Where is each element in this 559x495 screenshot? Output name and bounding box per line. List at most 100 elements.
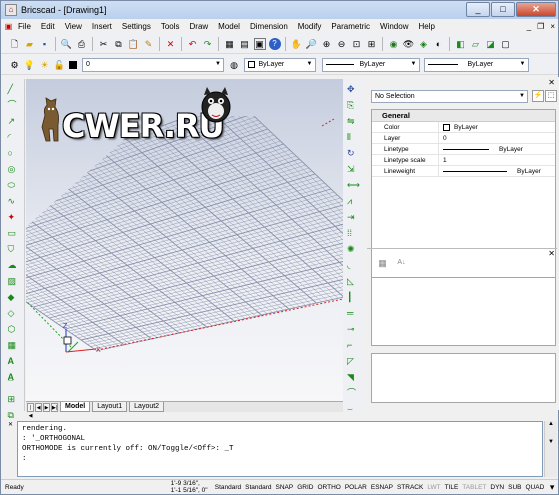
tab-model[interactable]: Model	[60, 402, 91, 412]
menu-parametric[interactable]: Parametric	[326, 22, 375, 31]
named-views-icon[interactable]: 👁	[403, 38, 415, 50]
join-icon[interactable]: ═	[347, 307, 359, 319]
coordinates-readout[interactable]: 1'-9 3/16", 1'-1 5/16", 0"	[169, 480, 213, 494]
save-icon[interactable]: ▪	[39, 38, 51, 50]
view-icon[interactable]: ◉	[388, 38, 400, 50]
move-icon[interactable]: ✥	[347, 83, 359, 95]
ray-icon[interactable]: ↗	[8, 115, 20, 127]
layer-lightbulb-icon[interactable]: 💡	[24, 59, 36, 71]
arc-icon[interactable]: ◜	[8, 131, 20, 143]
close-icon[interactable]: ✕	[548, 78, 555, 87]
toggle-tablet[interactable]: TABLET	[460, 484, 488, 491]
text-icon[interactable]: A̲	[8, 371, 20, 383]
section-general[interactable]: General	[372, 110, 555, 122]
explorer-icon[interactable]: ▤	[239, 38, 251, 50]
quick-select-icon[interactable]: ⚡	[532, 90, 544, 102]
menu-draw[interactable]: Draw	[185, 22, 214, 31]
mdi-close-button[interactable]: ×	[547, 22, 558, 31]
menu-dimension[interactable]: Dimension	[245, 22, 293, 31]
toolbar-icon[interactable]: ▦	[377, 257, 389, 269]
ellipse-icon[interactable]: ⬭	[8, 179, 20, 191]
last-tab-icon[interactable]: ▶|	[51, 402, 58, 412]
fillet-icon[interactable]: ◟	[347, 259, 359, 271]
undo-icon[interactable]: ↶	[187, 38, 199, 50]
prop-row-layer[interactable]: Layer 0	[372, 133, 555, 144]
command-history[interactable]: rendering. : '_ORTHOGONAL ORTHOMODE is c…	[17, 421, 543, 477]
lineweight-dropdown[interactable]: ByLayer ▼	[423, 57, 529, 72]
extend-icon[interactable]: ⇥	[347, 211, 359, 223]
settings-gear-icon[interactable]: ⚙	[9, 59, 21, 71]
delete-icon[interactable]: ✕	[165, 38, 177, 50]
close-icon[interactable]: ✕	[5, 419, 17, 431]
explode-icon[interactable]: ✺	[347, 243, 359, 255]
layer-manager-icon[interactable]: ◍	[228, 59, 240, 71]
pan-icon[interactable]: ✋	[291, 38, 303, 50]
toggle-polar[interactable]: POLAR	[343, 484, 369, 491]
menu-insert[interactable]: Insert	[87, 22, 117, 31]
prop-row-color[interactable]: Color ByLayer	[372, 122, 555, 133]
sort-icon[interactable]: A↓	[396, 257, 408, 269]
render-icon[interactable]: ◈	[418, 38, 430, 50]
polyline-icon[interactable]: ⌒	[8, 99, 20, 111]
prop-row-lineweight[interactable]: Lineweight ByLayer	[372, 166, 555, 177]
menu-edit[interactable]: Edit	[36, 22, 60, 31]
prop-row-linetype[interactable]: Linetype ByLayer	[372, 144, 555, 155]
selection-dropdown[interactable]: No Selection ▼	[371, 90, 528, 103]
front-view-icon[interactable]: ◧	[455, 38, 467, 50]
prop-row-linetype-scale[interactable]: Linetype scale 1	[372, 155, 555, 166]
toggle-dyn[interactable]: DYN	[488, 484, 506, 491]
circle-icon[interactable]: ○	[8, 147, 20, 159]
iso-view-icon[interactable]: ◪	[485, 38, 497, 50]
viewport-icon[interactable]: ▢	[500, 38, 512, 50]
menu-settings[interactable]: Settings	[117, 22, 156, 31]
command-prompt[interactable]: :	[22, 454, 538, 464]
properties-icon[interactable]: ▣	[253, 37, 266, 50]
polygon-icon[interactable]: ⬡	[8, 323, 20, 335]
bricscad-icon[interactable]: ⌂	[5, 4, 17, 16]
mirror-icon[interactable]: ⇋	[347, 115, 359, 127]
stretch-icon[interactable]: ⟷	[347, 179, 360, 191]
menu-window[interactable]: Window	[375, 22, 413, 31]
edit-polyline-icon[interactable]: ⌐	[347, 339, 359, 351]
next-tab-icon[interactable]: ▶	[43, 402, 50, 412]
region-icon[interactable]: ◆	[8, 291, 20, 303]
zoom-realtime-icon[interactable]: 🔎	[306, 38, 318, 50]
toggle-esnap[interactable]: ESNAP	[369, 484, 395, 491]
print-icon[interactable]: ⎙	[76, 38, 88, 50]
color-dropdown[interactable]: ByLayer ▼	[243, 57, 316, 72]
drawing-viewport[interactable]: Z X CWER.RU	[26, 79, 343, 401]
command-scrollbar[interactable]: ▲ ▼	[544, 421, 557, 477]
design-center-icon[interactable]: ▦	[224, 38, 236, 50]
close-button[interactable]: ✕	[516, 2, 556, 17]
command-line-grip[interactable]: ✕	[3, 419, 15, 479]
paste-icon[interactable]: 📋	[128, 38, 140, 50]
toggle-strack[interactable]: STRACK	[395, 484, 425, 491]
zoom-out-icon[interactable]: ⊖	[336, 38, 348, 50]
mdi-restore-button[interactable]: ❐	[534, 22, 547, 31]
redo-icon[interactable]: ↷	[202, 38, 214, 50]
toggle-lwt[interactable]: LWT	[425, 484, 442, 491]
lock-icon[interactable]: 🔓	[54, 59, 66, 71]
array-icon[interactable]: ⁞⁞	[347, 227, 359, 239]
open-folder-icon[interactable]: ▰	[24, 38, 36, 50]
donut-icon[interactable]: ◎	[8, 163, 20, 175]
menu-help[interactable]: Help	[413, 22, 439, 31]
maximize-button[interactable]: □	[491, 2, 515, 17]
zoom-window-icon[interactable]: ⊡	[351, 38, 363, 50]
table-icon[interactable]: ▦	[8, 339, 20, 351]
help-icon[interactable]: ?	[268, 37, 281, 50]
break-icon[interactable]: ┃	[347, 291, 359, 303]
edit-spline-icon[interactable]: ◸	[347, 355, 359, 367]
offset-icon[interactable]: ⫴	[347, 131, 359, 143]
document-icon[interactable]: ▣	[3, 21, 15, 33]
toggle-quad[interactable]: QUAD	[524, 484, 547, 491]
match-properties-icon[interactable]: ✎	[143, 38, 155, 50]
tab-layout2[interactable]: Layout2	[129, 402, 165, 412]
menu-view[interactable]: View	[60, 22, 87, 31]
prev-tab-icon[interactable]: ◀	[35, 402, 42, 412]
boundary-icon[interactable]: ◇	[8, 307, 20, 319]
rectangle-icon[interactable]: ▭	[8, 227, 20, 239]
revcloud-icon[interactable]: ☁	[8, 259, 20, 271]
zoom-in-icon[interactable]: ⊕	[321, 38, 333, 50]
copy-icon[interactable]: ⧉	[113, 38, 125, 50]
